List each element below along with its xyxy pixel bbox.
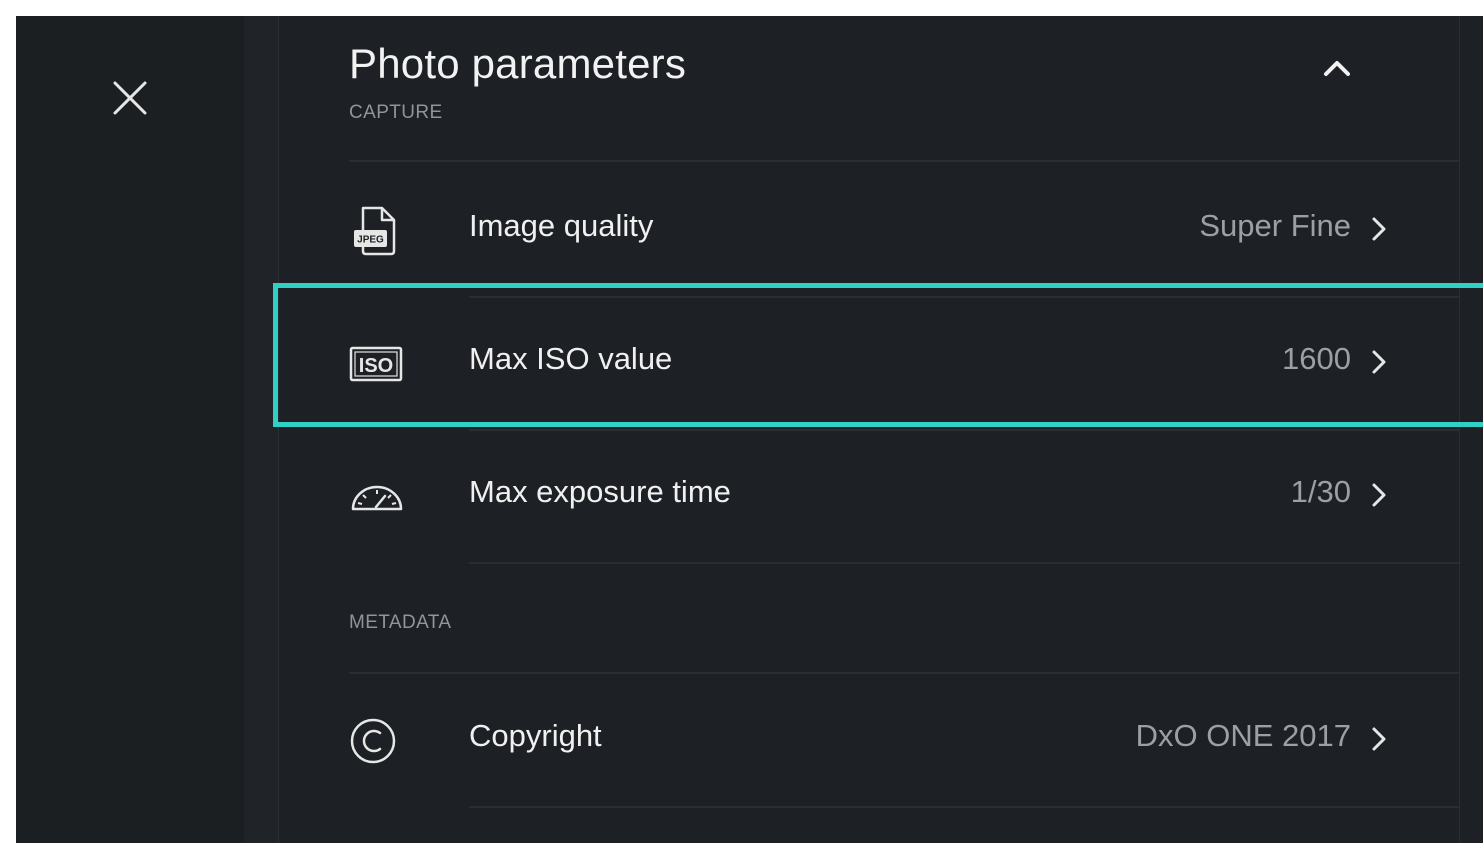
- row-value: 1600: [1282, 341, 1351, 376]
- row-label: Copyright: [469, 718, 602, 753]
- row-image-quality[interactable]: JPEG Image quality Super Fine: [279, 164, 1459, 296]
- row-value: 1/30: [1290, 474, 1351, 509]
- row-divider: [469, 806, 1459, 808]
- row-icon-container: JPEG: [349, 206, 405, 256]
- chevron-right-icon: [1372, 350, 1386, 374]
- row-divider: [469, 562, 1459, 564]
- section-divider: [349, 160, 1459, 162]
- row-value: DxO ONE 2017: [1135, 718, 1351, 753]
- chevron-right-icon: [1372, 727, 1386, 751]
- close-icon: [113, 81, 147, 115]
- row-value: Super Fine: [1199, 208, 1351, 243]
- row-label: Max ISO value: [469, 341, 673, 376]
- section-label-metadata: METADATA: [349, 612, 452, 633]
- row-icon-container: [349, 472, 405, 522]
- right-divider: [1459, 16, 1460, 843]
- row-icon-container: [349, 716, 405, 766]
- row-max-exposure[interactable]: Max exposure time 1/30: [279, 430, 1459, 562]
- iso-icon: ISO: [349, 346, 403, 382]
- iso-icon-text: ISO: [359, 355, 393, 377]
- copyright-icon: [350, 718, 396, 764]
- section-label-capture: CAPTURE: [349, 102, 443, 123]
- jpeg-icon-text: JPEG: [357, 235, 384, 246]
- row-max-iso[interactable]: ISO Max ISO value 1600: [279, 297, 1459, 429]
- row-copyright[interactable]: Copyright DxO ONE 2017: [279, 674, 1459, 806]
- chevron-right-icon: [1372, 483, 1386, 507]
- collapse-button[interactable]: [1319, 50, 1355, 86]
- row-icon-container: ISO: [349, 339, 405, 389]
- row-label: Image quality: [469, 208, 654, 243]
- left-rail: [16, 16, 244, 843]
- row-label: Max exposure time: [469, 474, 731, 509]
- chevron-right-icon: [1372, 217, 1386, 241]
- panel-gutter: [244, 16, 278, 843]
- photo-parameters-screen: Photo parameters CAPTURE JPEG Image qual…: [16, 16, 1483, 843]
- speedometer-icon: [351, 485, 403, 511]
- close-button[interactable]: [110, 78, 150, 118]
- panel-title: Photo parameters: [349, 40, 687, 87]
- photo-parameters-panel: Photo parameters CAPTURE JPEG Image qual…: [279, 16, 1459, 843]
- chevron-up-icon: [1324, 61, 1350, 76]
- jpeg-file-icon: JPEG: [354, 206, 396, 256]
